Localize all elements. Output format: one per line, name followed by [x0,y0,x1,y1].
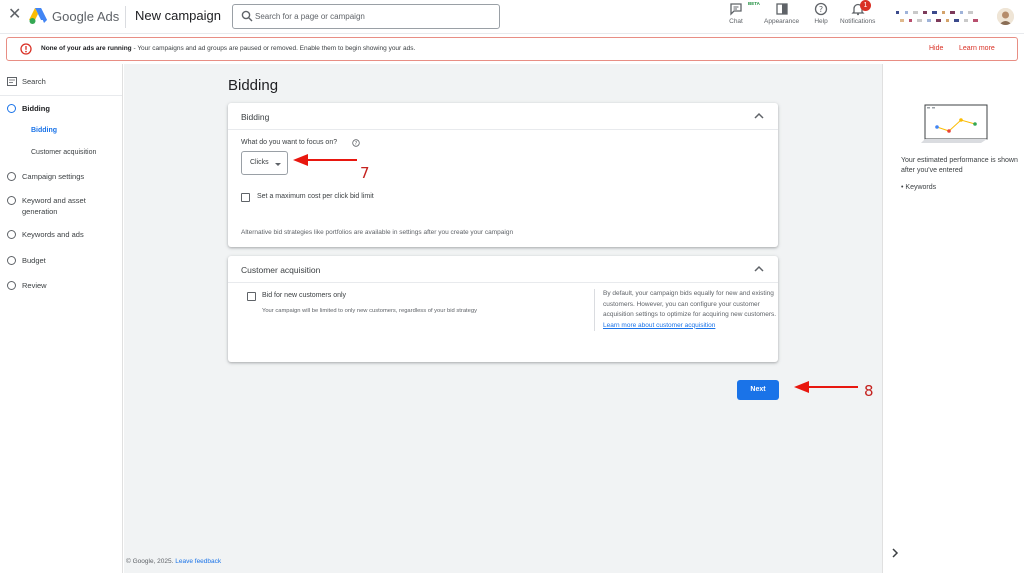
performance-message: Your estimated performance is shown afte… [901,157,1018,174]
focus-question: What do you want to focus on? [241,139,338,146]
focus-dropdown[interactable]: Clicks [241,151,288,175]
appearance-button[interactable]: Appearance [764,2,799,25]
new-customers-note: Your campaign will be limited to only ne… [262,308,478,314]
leave-feedback-link[interactable]: Leave feedback [175,558,221,565]
sidebar-item-label: Budget [22,256,46,265]
focus-dropdown-value: Clicks [250,159,269,166]
search-icon [241,10,253,22]
next-button[interactable]: Next [737,380,779,400]
sidebar-item-label: Bidding [22,104,50,113]
step-circle-icon [7,256,16,265]
copyright-text: © Google, 2025. [126,558,176,565]
beta-badge: BETA [748,1,760,6]
annotation-number-7: 7 [360,164,370,182]
chat-button[interactable]: Chat [729,2,743,25]
max-cpc-label: Set a maximum cost per click bid limit [257,193,374,200]
section-title: Bidding [228,77,279,94]
step-circle-icon [7,196,16,205]
google-ads-logo [29,8,47,24]
alert-message: None of your ads are running - Your camp… [41,45,415,52]
learn-more-link[interactable]: Learn more [959,45,995,52]
notification-count-badge: 1 [860,0,871,11]
caret-down-icon [275,163,281,166]
sidebar: Search Bidding Bidding Customer acquisit… [0,64,123,573]
chart-illustration-icon [921,104,988,143]
account-info-redacted[interactable] [896,10,986,26]
step-circle-icon [7,172,16,181]
sidebar-search-label: Search [22,77,46,86]
new-customers-checkbox[interactable] [247,292,256,301]
step-circle-icon [7,230,16,239]
chevron-up-icon[interactable] [754,112,764,119]
brand-name: Google Ads [52,9,120,24]
step-circle-icon [7,104,16,113]
svg-text:?: ? [819,5,823,14]
annotation-arrow-8 [794,381,858,393]
avatar-image [997,8,1014,25]
performance-bullet: • Keywords [901,184,937,191]
alert-title: None of your ads are running [41,45,132,52]
customer-acquisition-card: Customer acquisition Bid for new custome… [228,256,778,362]
divider [0,95,122,96]
search-panel-icon [7,77,17,86]
sidebar-item-label: Review [22,281,47,290]
close-icon[interactable]: ✕ [8,7,22,23]
acquisition-help-text: By default, your campaign bids equally f… [594,289,778,331]
chevron-right-icon[interactable] [891,548,899,558]
help-button[interactable]: ? Help [814,2,828,25]
alert-detail: - Your campaigns and ad groups are pause… [131,45,416,52]
appearance-icon [775,3,788,15]
hide-alert-link[interactable]: Hide [929,45,943,52]
alert-banner: None of your ads are running - Your camp… [6,37,1018,61]
notifications-label: Notifications [840,18,876,25]
help-circle-icon[interactable]: ? [352,139,360,147]
bid-strategy-note: Alternative bid strategies like portfoli… [241,229,514,236]
annotation-number-8: 8 [864,382,874,400]
error-icon [20,43,32,55]
acquisition-help-body: By default, your campaign bids equally f… [603,290,777,318]
sidebar-item-label: Keywords and ads [22,230,84,239]
help-icon: ? [814,2,828,16]
learn-more-acquisition-link[interactable]: Learn more about customer acquisition [603,322,715,329]
sidebar-item-label: Campaign settings [22,172,85,181]
chat-label: Chat [729,18,743,25]
chat-icon [730,3,742,16]
step-circle-icon [7,281,16,290]
search-input[interactable] [255,8,493,25]
bullet-keywords: Keywords [905,184,937,191]
performance-panel: Your estimated performance is shown afte… [882,64,1024,573]
footer: © Google, 2025. Leave feedback [126,558,221,565]
svg-text:?: ? [355,141,358,147]
divider [125,6,126,28]
acquisition-card-title: Customer acquisition [241,265,321,275]
bidding-card-title: Bidding [241,112,270,122]
acquisition-card-header[interactable]: Customer acquisition [228,256,778,283]
chevron-up-icon[interactable] [754,265,764,272]
max-cpc-checkbox[interactable] [241,193,250,202]
bidding-card: Bidding What do you want to focus on? ? … [228,103,778,247]
sidebar-item-label: Keyword and asset generation [22,196,86,216]
bidding-card-header[interactable]: Bidding [228,103,778,130]
sidebar-subitem-bidding[interactable]: Bidding [31,127,57,134]
help-label: Help [814,18,828,25]
new-customers-label: Bid for new customers only [262,292,347,299]
annotation-arrow-7 [293,154,357,166]
main-content: Bidding Bidding What do you want to focu… [124,64,882,573]
search-box[interactable] [232,4,500,29]
appearance-label: Appearance [764,18,800,25]
sidebar-subitem-customer-acquisition[interactable]: Customer acquisition [31,149,96,156]
avatar[interactable] [997,8,1014,25]
page-title: New campaign [135,8,221,23]
top-bar: ✕ Google Ads New campaign BETA Chat Appe… [0,0,1024,34]
